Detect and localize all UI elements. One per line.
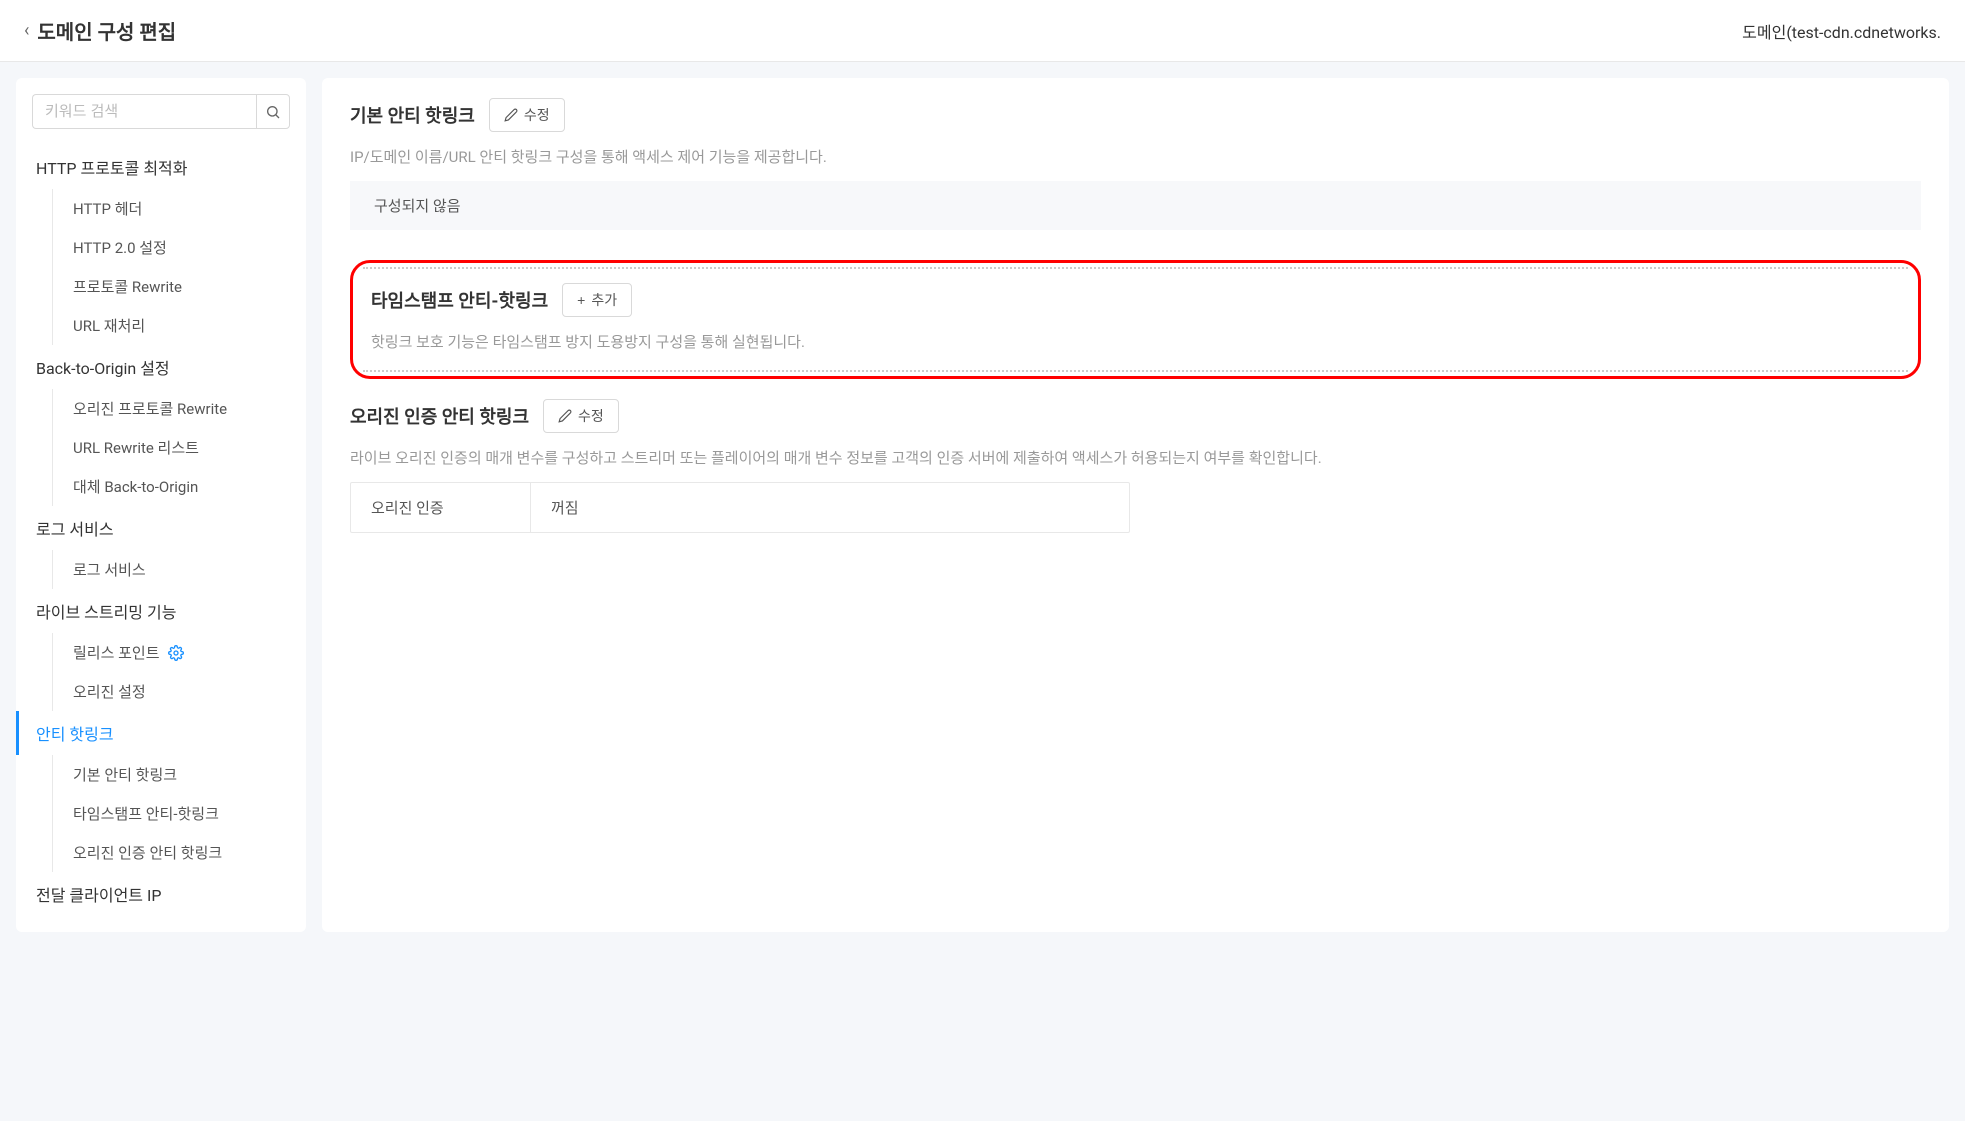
nav-item-origin-auth-anti[interactable]: 오리진 인증 안티 핫링크 bbox=[53, 833, 306, 872]
search-wrap bbox=[16, 94, 306, 145]
section-title: 타임스탬프 안티-핫링크 bbox=[371, 287, 548, 313]
nav-items-antihotlink: 기본 안티 핫링크 타임스탬프 안티-핫링크 오리진 인증 안티 핫링크 bbox=[52, 755, 306, 872]
origin-auth-table: 오리진 인증 꺼짐 bbox=[350, 482, 1130, 533]
edit-button[interactable]: 수정 bbox=[543, 399, 619, 433]
nav-item-timestamp-anti[interactable]: 타임스탬프 안티-핫링크 bbox=[53, 794, 306, 833]
nav-section-antihotlink[interactable]: 안티 핫링크 bbox=[16, 711, 306, 755]
nav-item-http-header[interactable]: HTTP 헤더 bbox=[53, 189, 306, 228]
nav-item-origin-settings[interactable]: 오리진 설정 bbox=[53, 672, 306, 711]
section-origin-auth-anti-hotlink: 오리진 인증 안티 핫링크 수정 라이브 오리진 인증의 매개 변수를 구성하고… bbox=[350, 399, 1921, 533]
nav-section-b2o[interactable]: Back-to-Origin 설정 bbox=[16, 345, 306, 389]
pencil-icon bbox=[504, 108, 518, 122]
sidebar: HTTP 프로토콜 최적화 HTTP 헤더 HTTP 2.0 설정 프로토콜 R… bbox=[16, 78, 306, 932]
nav-items-b2o: 오리진 프로토콜 Rewrite URL Rewrite 리스트 대체 Back… bbox=[52, 389, 306, 506]
edit-button-label: 수정 bbox=[524, 105, 550, 125]
status-box: 구성되지 않음 bbox=[350, 181, 1921, 230]
table-cell-label: 오리진 인증 bbox=[351, 483, 531, 532]
add-button[interactable]: + 추가 bbox=[562, 283, 632, 317]
section-basic-anti-hotlink: 기본 안티 핫링크 수정 IP/도메인 이름/URL 안티 핫링크 구성을 통해… bbox=[350, 98, 1921, 230]
header-left: ‹ 도메인 구성 편집 bbox=[24, 16, 176, 45]
search-button[interactable] bbox=[256, 94, 290, 129]
nav-item-label: 릴리스 포인트 bbox=[73, 642, 160, 663]
nav-item-log-service[interactable]: 로그 서비스 bbox=[53, 550, 306, 589]
search-input[interactable] bbox=[32, 94, 256, 129]
search-icon bbox=[265, 104, 281, 120]
section-timestamp-anti-hotlink: 타임스탬프 안티-핫링크 + 추가 핫링크 보호 기능은 타임스탬프 방지 도용… bbox=[350, 260, 1921, 379]
nav-item-url-reprocess[interactable]: URL 재처리 bbox=[53, 306, 306, 345]
main-content: 기본 안티 핫링크 수정 IP/도메인 이름/URL 안티 핫링크 구성을 통해… bbox=[322, 78, 1949, 932]
edit-button-label: 수정 bbox=[578, 406, 604, 426]
section-title: 기본 안티 핫링크 bbox=[350, 102, 475, 128]
back-chevron-icon[interactable]: ‹ bbox=[24, 20, 29, 41]
nav-section-forward-ip[interactable]: 전달 클라이언트 IP bbox=[16, 872, 306, 916]
nav-section-log[interactable]: 로그 서비스 bbox=[16, 506, 306, 550]
pencil-icon bbox=[558, 409, 572, 423]
nav-section-http[interactable]: HTTP 프로토콜 최적화 bbox=[16, 145, 306, 189]
nav-items-http: HTTP 헤더 HTTP 2.0 설정 프로토콜 Rewrite URL 재처리 bbox=[52, 189, 306, 345]
nav-items-log: 로그 서비스 bbox=[52, 550, 306, 589]
add-button-label: 추가 bbox=[591, 290, 617, 310]
nav-item-alt-b2o[interactable]: 대체 Back-to-Origin bbox=[53, 467, 306, 506]
gear-icon bbox=[168, 645, 184, 661]
section-title: 오리진 인증 안티 핫링크 bbox=[350, 403, 529, 429]
section-header: 타임스탬프 안티-핫링크 + 추가 bbox=[371, 283, 1900, 317]
layout: HTTP 프로토콜 최적화 HTTP 헤더 HTTP 2.0 설정 프로토콜 R… bbox=[0, 62, 1965, 948]
section-desc: IP/도메인 이름/URL 안티 핫링크 구성을 통해 액세스 제어 기능을 제… bbox=[350, 146, 1921, 167]
page-header: ‹ 도메인 구성 편집 도메인(test-cdn.cdnetworks. bbox=[0, 0, 1965, 62]
nav-section-live[interactable]: 라이브 스트리밍 기능 bbox=[16, 589, 306, 633]
nav-item-basic-anti[interactable]: 기본 안티 핫링크 bbox=[53, 755, 306, 794]
nav-item-protocol-rewrite[interactable]: 프로토콜 Rewrite bbox=[53, 267, 306, 306]
section-desc: 라이브 오리진 인증의 매개 변수를 구성하고 스트리머 또는 플레이어의 매개… bbox=[350, 447, 1921, 468]
section-header: 기본 안티 핫링크 수정 bbox=[350, 98, 1921, 132]
nav-item-url-rewrite-list[interactable]: URL Rewrite 리스트 bbox=[53, 428, 306, 467]
plus-icon: + bbox=[577, 292, 585, 308]
edit-button[interactable]: 수정 bbox=[489, 98, 565, 132]
table-cell-value: 꺼짐 bbox=[531, 483, 1129, 532]
domain-label: 도메인(test-cdn.cdnetworks. bbox=[1742, 19, 1941, 43]
nav-item-release-point[interactable]: 릴리스 포인트 bbox=[53, 633, 306, 672]
page-title: 도메인 구성 편집 bbox=[37, 16, 176, 45]
nav-item-origin-protocol[interactable]: 오리진 프로토콜 Rewrite bbox=[53, 389, 306, 428]
nav-item-http2[interactable]: HTTP 2.0 설정 bbox=[53, 228, 306, 267]
nav-items-live: 릴리스 포인트 오리진 설정 bbox=[52, 633, 306, 711]
section-desc: 핫링크 보호 기능은 타임스탬프 방지 도용방지 구성을 통해 실현됩니다. bbox=[371, 331, 1900, 352]
section-header: 오리진 인증 안티 핫링크 수정 bbox=[350, 399, 1921, 433]
